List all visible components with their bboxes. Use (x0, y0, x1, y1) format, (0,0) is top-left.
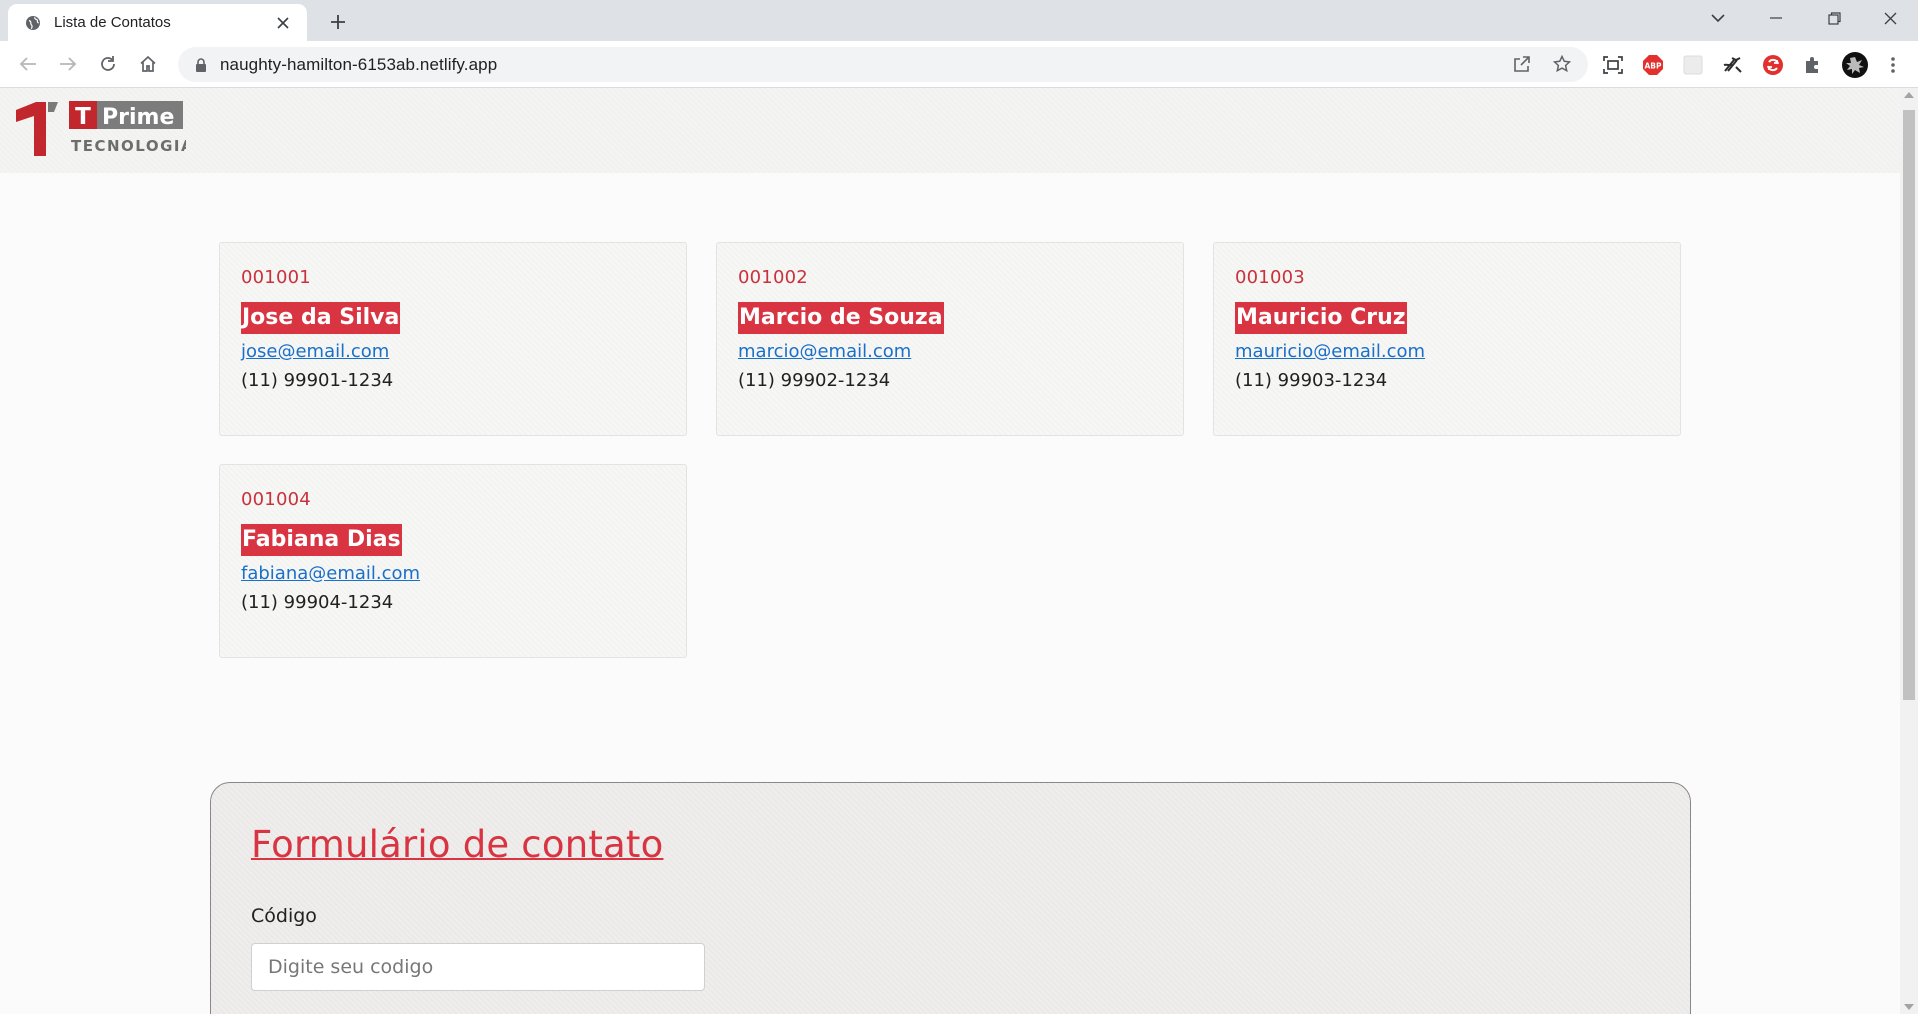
svg-text:ABP: ABP (1644, 62, 1662, 71)
form-title: Formulário de contato (251, 823, 664, 866)
new-tab-button[interactable] (322, 8, 354, 36)
tprime-logo[interactable]: T Prime TECNOLOGIA (14, 100, 193, 158)
page-scrollbar[interactable] (1900, 88, 1918, 1014)
svg-text:Prime: Prime (102, 105, 174, 130)
scrollbar-thumb[interactable] (1903, 110, 1915, 700)
extensions-puzzle-icon[interactable] (1800, 52, 1826, 78)
contact-name: Fabiana Dias (241, 524, 402, 556)
contact-card: 001002 Marcio de Souza marcio@email.com … (716, 242, 1184, 436)
browser-menu-icon[interactable] (1880, 52, 1906, 78)
scroll-down-arrow-icon[interactable] (1904, 1004, 1914, 1010)
contact-phone: (11) 99901-1234 (241, 370, 394, 391)
contact-code: 001003 (1235, 267, 1305, 288)
contact-form: Formulário de contato Código (210, 782, 1691, 1014)
adblock-icon[interactable]: ABP (1640, 52, 1666, 78)
contact-email-link[interactable]: marcio@email.com (738, 338, 1162, 366)
contact-card: 001003 Mauricio Cruz mauricio@email.com … (1213, 242, 1681, 436)
reload-button[interactable] (92, 48, 124, 80)
share-icon[interactable] (1507, 49, 1537, 79)
back-button[interactable] (12, 48, 44, 80)
tab-search-chevron-icon[interactable] (1690, 0, 1746, 36)
contact-code: 001004 (241, 489, 311, 510)
address-bar[interactable]: naughty-hamilton-6153ab.netlify.app (178, 47, 1588, 82)
browser-tab[interactable]: Lista de Contatos (8, 4, 307, 41)
contact-name: Jose da Silva (241, 302, 401, 334)
svg-text:T: T (75, 104, 91, 130)
contact-name: Marcio de Souza (738, 302, 944, 334)
contact-email-link[interactable]: jose@email.com (241, 338, 665, 366)
sync-extension-icon[interactable] (1760, 52, 1786, 78)
tab-title: Lista de Contatos (54, 14, 171, 31)
site-header: T Prime TECNOLOGIA (0, 88, 1900, 173)
contact-card: 001001 Jose da Silva jose@email.com (11)… (219, 242, 687, 436)
browser-tabstrip: Lista de Contatos (0, 0, 1918, 41)
url-text[interactable]: naughty-hamilton-6153ab.netlify.app (220, 55, 497, 75)
screen-capture-icon[interactable] (1600, 52, 1626, 78)
close-icon[interactable] (271, 11, 295, 35)
home-button[interactable] (132, 48, 164, 80)
scroll-up-arrow-icon[interactable] (1904, 92, 1914, 98)
bookmark-star-icon[interactable] (1547, 49, 1577, 79)
minimize-button[interactable] (1748, 0, 1804, 36)
contact-name: Mauricio Cruz (1235, 302, 1407, 334)
globe-icon (24, 14, 42, 32)
contact-email-link[interactable]: fabiana@email.com (241, 560, 665, 588)
contact-code: 001001 (241, 267, 311, 288)
contact-phone: (11) 99903-1234 (1235, 370, 1388, 391)
contact-email-link[interactable]: mauricio@email.com (1235, 338, 1659, 366)
lock-icon[interactable] (192, 56, 210, 74)
contact-code: 001002 (738, 267, 808, 288)
extension-placeholder-icon[interactable] (1680, 52, 1706, 78)
contact-card: 001004 Fabiana Dias fabiana@email.com (1… (219, 464, 687, 658)
svg-text:TECNOLOGIA: TECNOLOGIA (71, 137, 186, 155)
code-field-label: Código (251, 905, 317, 927)
page-viewport: T Prime TECNOLOGIA 001001 Jose da Silva … (0, 88, 1900, 1014)
tools-extension-icon[interactable] (1720, 52, 1746, 78)
code-input[interactable] (251, 943, 705, 991)
close-window-button[interactable] (1862, 0, 1918, 36)
restore-button[interactable] (1806, 0, 1862, 36)
contact-phone: (11) 99904-1234 (241, 592, 394, 613)
profile-avatar[interactable] (1840, 50, 1870, 80)
forward-button[interactable] (52, 48, 84, 80)
contact-phone: (11) 99902-1234 (738, 370, 891, 391)
browser-toolbar: naughty-hamilton-6153ab.netlify.app ABP (0, 41, 1918, 88)
